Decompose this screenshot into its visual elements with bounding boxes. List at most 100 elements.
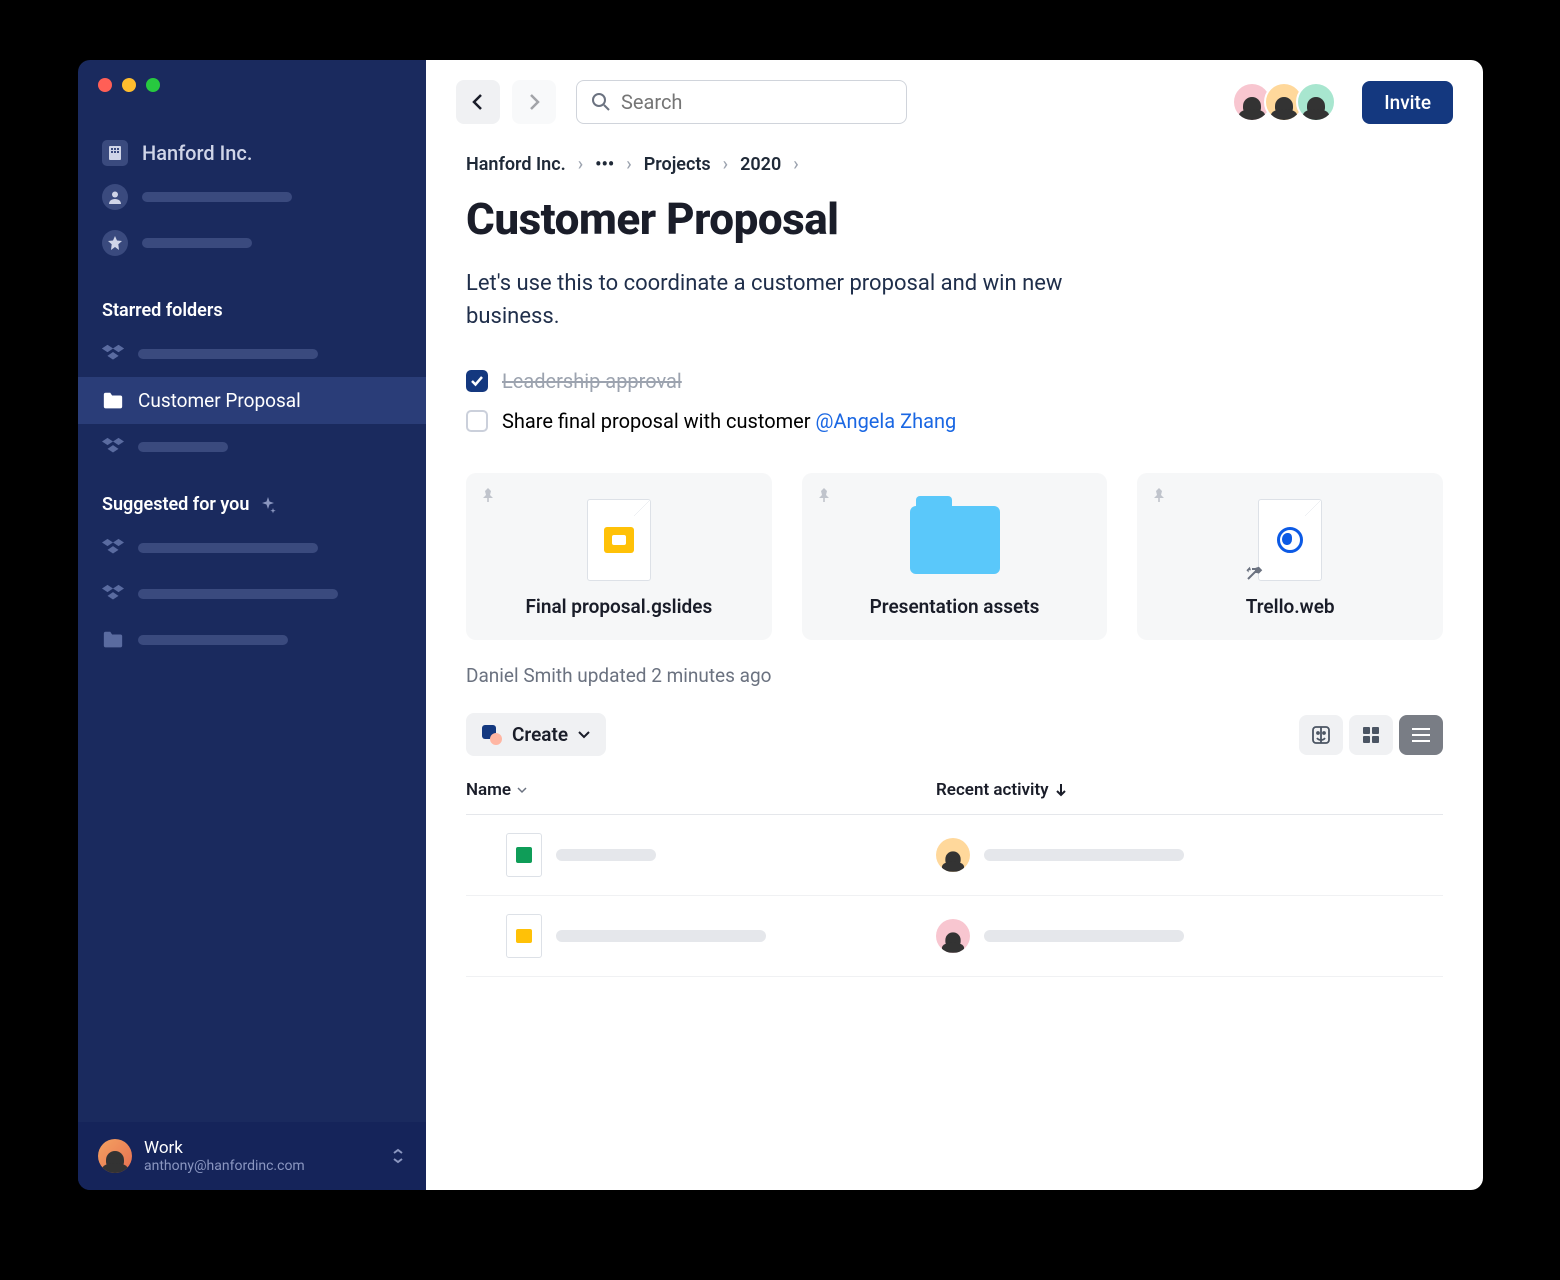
dropbox-folder-icon (102, 343, 124, 365)
company-selector[interactable]: Hanford Inc. (96, 132, 408, 174)
user-avatar (98, 1139, 132, 1173)
web-file-icon (1258, 499, 1322, 581)
breadcrumb-projects[interactable]: Projects (644, 154, 711, 175)
breadcrumb-ellipsis[interactable]: ••• (595, 154, 614, 175)
mention[interactable]: @Angela Zhang (816, 409, 957, 433)
create-button[interactable]: Create (466, 713, 606, 756)
dropbox-folder-icon (102, 583, 124, 605)
pin-icon (816, 487, 832, 503)
task-list: Leadership approval Share final proposal… (466, 361, 1443, 441)
finder-icon (1311, 725, 1331, 745)
pin-icon (1151, 487, 1167, 503)
card-folder[interactable]: Presentation assets (802, 473, 1108, 640)
placeholder (556, 930, 766, 942)
starred-folder-3[interactable] (78, 424, 426, 470)
table-row[interactable] (466, 896, 1443, 977)
sparkle-icon (259, 496, 277, 514)
window-close-dot[interactable] (98, 78, 112, 92)
breadcrumb-root[interactable]: Hanford Inc. (466, 154, 566, 175)
placeholder (138, 349, 318, 359)
placeholder (138, 543, 318, 553)
dropbox-folder-icon (102, 537, 124, 559)
table-row[interactable] (466, 815, 1443, 896)
collaborator-avatars[interactable] (1232, 82, 1336, 122)
window-minimize-dot[interactable] (122, 78, 136, 92)
chevron-down-icon (517, 787, 527, 794)
list-icon (1411, 728, 1431, 742)
folder-icon (102, 629, 124, 651)
placeholder (138, 589, 338, 599)
page-title: Customer Proposal (466, 193, 1443, 245)
create-logo-icon (482, 725, 502, 745)
placeholder (142, 192, 292, 202)
avatar (936, 919, 970, 953)
chevron-left-icon (472, 93, 484, 111)
shortcut-arrow-icon (1246, 563, 1264, 581)
card-weblink[interactable]: Trello.web (1137, 473, 1443, 640)
suggested-item-1[interactable] (78, 525, 426, 571)
sidebar-item-starred[interactable] (96, 220, 408, 266)
forward-button[interactable] (512, 80, 556, 124)
gslides-file-icon (506, 914, 542, 958)
view-list-button[interactable] (1399, 715, 1443, 755)
card-file-gslides[interactable]: Final proposal.gslides (466, 473, 772, 640)
suggested-item-3[interactable] (78, 617, 426, 663)
task-text: Leadership approval (502, 369, 682, 393)
gslides-file-icon (587, 499, 651, 581)
gsheets-file-icon (506, 833, 542, 877)
topbar: Invite (426, 60, 1483, 144)
main-area: Invite Hanford Inc. › ••• › Projects › 2… (426, 60, 1483, 1190)
breadcrumb: Hanford Inc. › ••• › Projects › 2020 › (466, 154, 1443, 175)
search-box[interactable] (576, 80, 907, 124)
company-name: Hanford Inc. (142, 141, 252, 165)
placeholder (138, 635, 288, 645)
search-input[interactable] (621, 90, 892, 114)
placeholder (984, 849, 1184, 861)
folder-icon (910, 506, 1000, 574)
checkbox-unchecked-icon[interactable] (466, 410, 488, 432)
view-grid-button[interactable] (1349, 715, 1393, 755)
column-name[interactable]: Name (466, 780, 936, 800)
star-icon (102, 230, 128, 256)
chevron-right-icon: › (793, 154, 798, 175)
table-header: Name Recent activity (466, 780, 1443, 815)
task-text-content: Share final proposal with customer (502, 409, 816, 433)
chevron-right-icon: › (723, 154, 728, 175)
window-maximize-dot[interactable] (146, 78, 160, 92)
task-text: Share final proposal with customer @Ange… (502, 409, 956, 433)
workspace-switcher[interactable]: Work anthony@hanfordinc.com (78, 1122, 426, 1190)
starred-folder-customer-proposal[interactable]: Customer Proposal (78, 377, 426, 424)
task-item[interactable]: Leadership approval (466, 361, 1443, 401)
expand-icon (390, 1148, 406, 1164)
placeholder (984, 930, 1184, 942)
chevron-right-icon: › (626, 154, 631, 175)
building-icon (102, 140, 128, 166)
folder-icon (102, 390, 124, 412)
suggested-item-2[interactable] (78, 571, 426, 617)
page-description: Let's use this to coordinate a customer … (466, 267, 1146, 333)
avatar (936, 838, 970, 872)
column-activity[interactable]: Recent activity (936, 780, 1067, 800)
view-finder-button[interactable] (1299, 715, 1343, 755)
pinned-cards: Final proposal.gslides Presentation asse… (466, 473, 1443, 640)
invite-button[interactable]: Invite (1362, 81, 1453, 124)
placeholder (142, 238, 252, 248)
task-item[interactable]: Share final proposal with customer @Ange… (466, 401, 1443, 441)
card-title: Presentation assets (870, 595, 1040, 618)
sidebar: Hanford Inc. Starred folders Cust (78, 60, 426, 1190)
column-name-label: Name (466, 780, 511, 800)
starred-heading: Starred folders (78, 276, 426, 331)
create-label: Create (512, 723, 568, 746)
checkbox-checked-icon[interactable] (466, 370, 488, 392)
sidebar-item-user[interactable] (96, 174, 408, 220)
arrow-down-icon (1055, 783, 1067, 797)
app-window: Hanford Inc. Starred folders Cust (78, 60, 1483, 1190)
user-email: anthony@hanfordinc.com (144, 1158, 378, 1174)
back-button[interactable] (456, 80, 500, 124)
chevron-right-icon (528, 93, 540, 111)
placeholder (138, 442, 228, 452)
last-updated: Daniel Smith updated 2 minutes ago (466, 664, 1443, 687)
grid-icon (1362, 726, 1380, 744)
breadcrumb-year[interactable]: 2020 (740, 154, 781, 175)
starred-folder-1[interactable] (78, 331, 426, 377)
